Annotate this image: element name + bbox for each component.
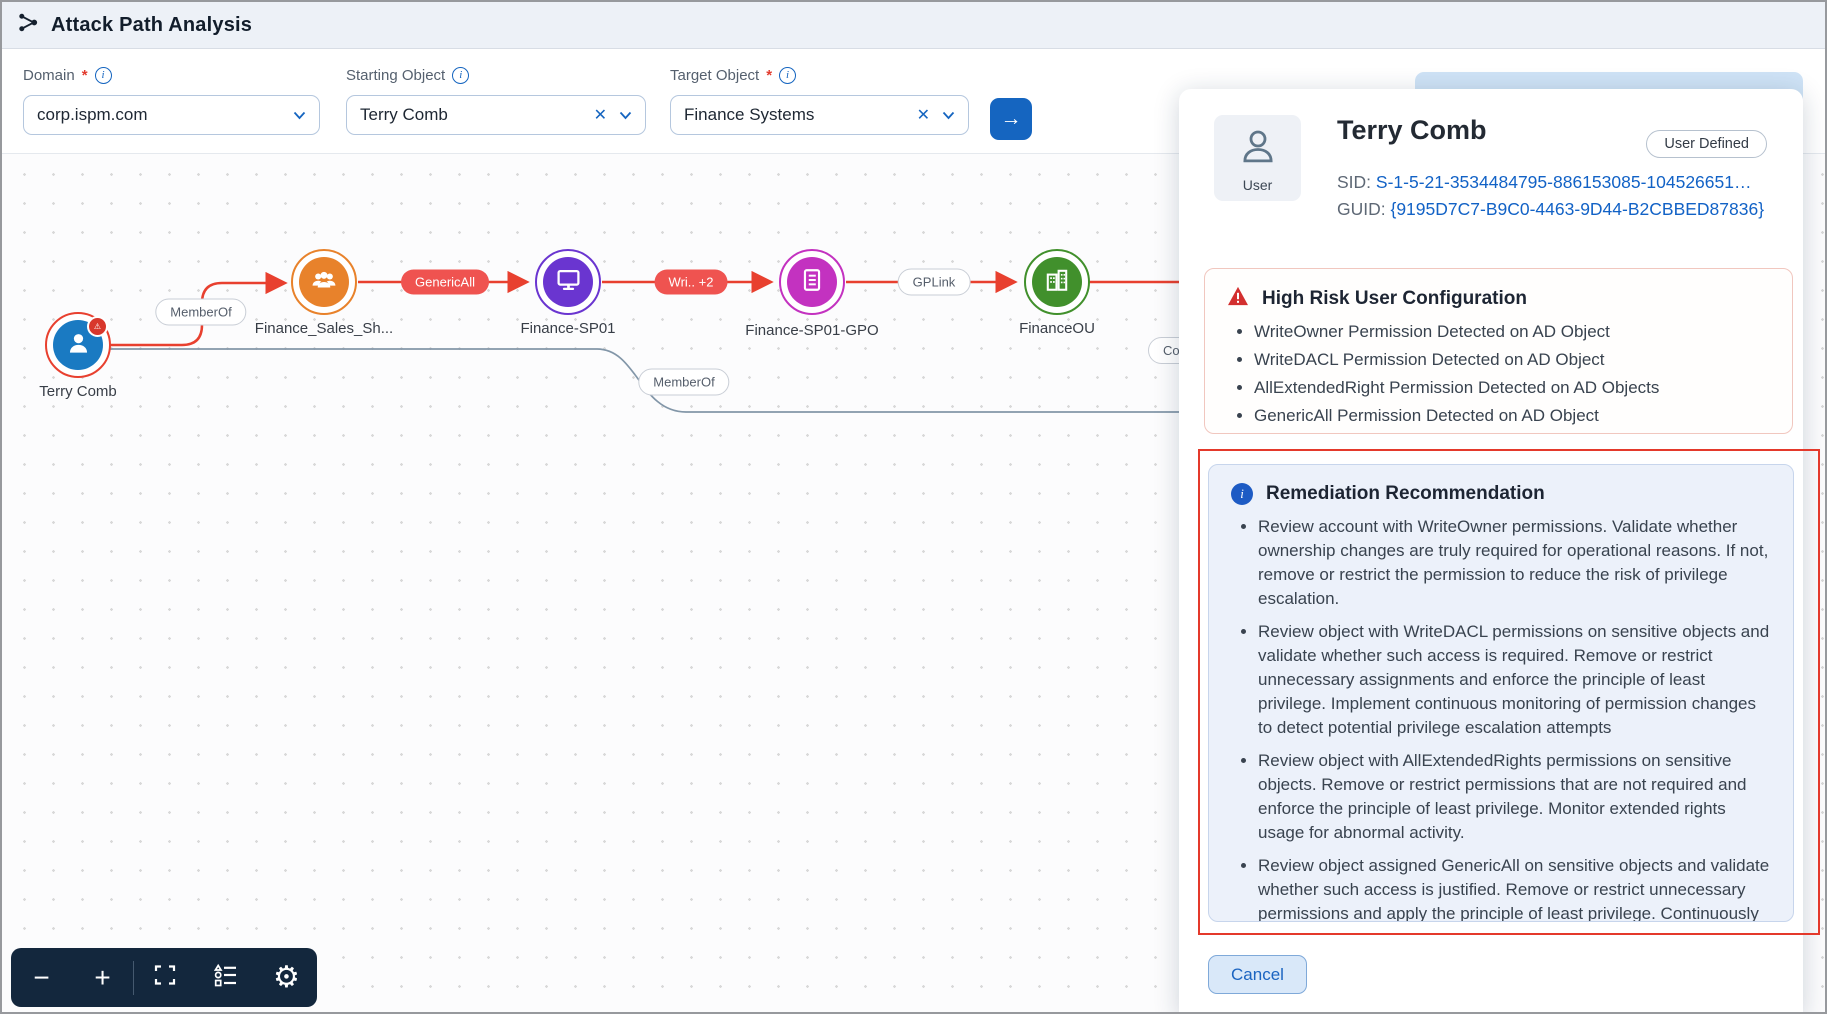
plus-icon: + bbox=[94, 964, 110, 992]
remediation-item: Review object with AllExtendedRights per… bbox=[1258, 749, 1773, 845]
domain-label: Domain* i bbox=[23, 65, 320, 85]
node-finance-ou[interactable] bbox=[1024, 249, 1090, 315]
page-title: Attack Path Analysis bbox=[51, 14, 252, 37]
info-icon[interactable]: i bbox=[452, 67, 469, 84]
group-icon bbox=[310, 266, 338, 299]
node-label: Finance-SP01-GPO bbox=[745, 322, 878, 339]
edge-label-genericall[interactable]: GenericAll bbox=[401, 270, 489, 295]
sid-label: SID: bbox=[1337, 172, 1376, 192]
legend-list-icon bbox=[214, 963, 238, 992]
node-finance-sales-group[interactable] bbox=[291, 249, 357, 315]
gear-icon: ⚙ bbox=[273, 963, 300, 993]
edge-label-write-plus2[interactable]: Wri.. +2 bbox=[655, 270, 728, 295]
guid-label: GUID: bbox=[1337, 199, 1390, 219]
remediation-header: i Remediation Recommendation bbox=[1231, 483, 1773, 505]
attack-path-icon bbox=[17, 11, 40, 39]
settings-button[interactable]: ⚙ bbox=[256, 948, 317, 1007]
remediation-card: i Remediation Recommendation Review acco… bbox=[1208, 464, 1794, 922]
domain-select[interactable]: corp.ispm.com bbox=[23, 95, 320, 135]
organizational-unit-icon bbox=[1044, 267, 1070, 298]
starting-object-select[interactable]: Terry Comb ✕ bbox=[346, 95, 646, 135]
high-risk-card: High Risk User Configuration WriteOwner … bbox=[1204, 268, 1793, 434]
cancel-button[interactable]: Cancel bbox=[1208, 955, 1307, 994]
chevron-down-icon[interactable] bbox=[619, 105, 632, 125]
fullscreen-brackets-icon bbox=[153, 963, 177, 992]
edge-label-memberof-2[interactable]: MemberOf bbox=[638, 369, 729, 396]
edge-label-memberof-1[interactable]: MemberOf bbox=[155, 299, 246, 326]
edge-label-gplink[interactable]: GPLink bbox=[898, 269, 971, 296]
high-risk-item: WriteOwner Permission Detected on AD Obj… bbox=[1254, 321, 1772, 342]
starting-object-field-group: Starting Object i Terry Comb ✕ bbox=[346, 65, 646, 135]
target-object-select[interactable]: Finance Systems ✕ bbox=[670, 95, 969, 135]
node-label: FinanceOU bbox=[1019, 320, 1095, 337]
arrow-right-icon: → bbox=[1001, 107, 1022, 131]
chevron-down-icon[interactable] bbox=[942, 105, 955, 125]
info-icon[interactable]: i bbox=[779, 67, 796, 84]
high-risk-title: High Risk User Configuration bbox=[1262, 288, 1527, 310]
object-type-label: User bbox=[1243, 177, 1273, 193]
node-label: Terry Comb bbox=[39, 383, 117, 400]
fit-view-button[interactable] bbox=[134, 948, 195, 1007]
clear-icon[interactable]: ✕ bbox=[594, 105, 607, 125]
node-label: Finance_Sales_Sh... bbox=[255, 320, 393, 337]
gpo-document-icon bbox=[799, 267, 825, 298]
target-object-label: Target Object* i bbox=[670, 65, 969, 85]
remediation-title: Remediation Recommendation bbox=[1266, 483, 1545, 505]
run-analysis-button[interactable]: → bbox=[990, 98, 1032, 140]
legend-button[interactable] bbox=[195, 948, 256, 1007]
zoom-in-button[interactable]: + bbox=[72, 948, 133, 1007]
user-outline-icon bbox=[1237, 124, 1279, 173]
clear-icon[interactable]: ✕ bbox=[917, 105, 930, 125]
user-icon bbox=[65, 329, 92, 361]
zoom-out-button[interactable]: − bbox=[11, 948, 72, 1007]
starting-object-label: Starting Object i bbox=[346, 65, 646, 85]
minus-icon: − bbox=[33, 964, 49, 992]
sid-value: S-1-5-21-3534484795-886153085-104526651… bbox=[1376, 172, 1752, 192]
computer-icon bbox=[555, 266, 582, 298]
remediation-list: Review account with WriteOwner permissio… bbox=[1231, 515, 1773, 922]
high-risk-item: GenericAll Permission Detected on AD Obj… bbox=[1254, 405, 1772, 426]
remediation-item: Review object with WriteDACL permissions… bbox=[1258, 620, 1773, 740]
domain-field-group: Domain* i corp.ispm.com bbox=[23, 65, 320, 135]
high-risk-item: WriteDACL Permission Detected on AD Obje… bbox=[1254, 349, 1772, 370]
user-defined-badge: User Defined bbox=[1646, 130, 1767, 158]
node-finance-sp01[interactable] bbox=[535, 249, 601, 315]
app-header: Attack Path Analysis bbox=[2, 2, 1825, 49]
target-object-field-group: Target Object* i Finance Systems ✕ bbox=[670, 65, 969, 135]
object-detail-panel: User Terry Comb User Defined SID: S-1-5-… bbox=[1179, 89, 1803, 1014]
graph-toolbar: − + ⚙ bbox=[11, 948, 317, 1007]
chevron-down-icon[interactable] bbox=[293, 105, 306, 125]
info-icon: i bbox=[1231, 483, 1253, 505]
object-name: Terry Comb bbox=[1337, 115, 1487, 146]
avatar: User bbox=[1214, 115, 1301, 201]
high-risk-header: High Risk User Configuration bbox=[1227, 286, 1772, 311]
info-icon[interactable]: i bbox=[95, 67, 112, 84]
high-risk-item: AllExtendedRight Permission Detected on … bbox=[1254, 377, 1772, 398]
attack-path-analysis-screen: MemberOf GenericAll Wri.. +2 GPLink Memb… bbox=[0, 0, 1827, 1014]
remediation-item: Review account with WriteOwner permissio… bbox=[1258, 515, 1773, 611]
warning-triangle-icon bbox=[1227, 286, 1249, 311]
node-label: Finance-SP01 bbox=[520, 320, 615, 337]
guid-value: {9195D7C7-B9C0-4463-9D44-B2CBBED87836} bbox=[1390, 199, 1764, 219]
remediation-item: Review object assigned GenericAll on sen… bbox=[1258, 854, 1773, 922]
sid-row: SID: S-1-5-21-3534484795-886153085-10452… bbox=[1337, 172, 1752, 193]
warning-badge-icon: ⚠ bbox=[87, 316, 108, 337]
high-risk-list: WriteOwner Permission Detected on AD Obj… bbox=[1227, 321, 1772, 426]
guid-row: GUID: {9195D7C7-B9C0-4463-9D44-B2CBBED87… bbox=[1337, 199, 1764, 220]
node-finance-sp01-gpo[interactable] bbox=[779, 249, 845, 315]
